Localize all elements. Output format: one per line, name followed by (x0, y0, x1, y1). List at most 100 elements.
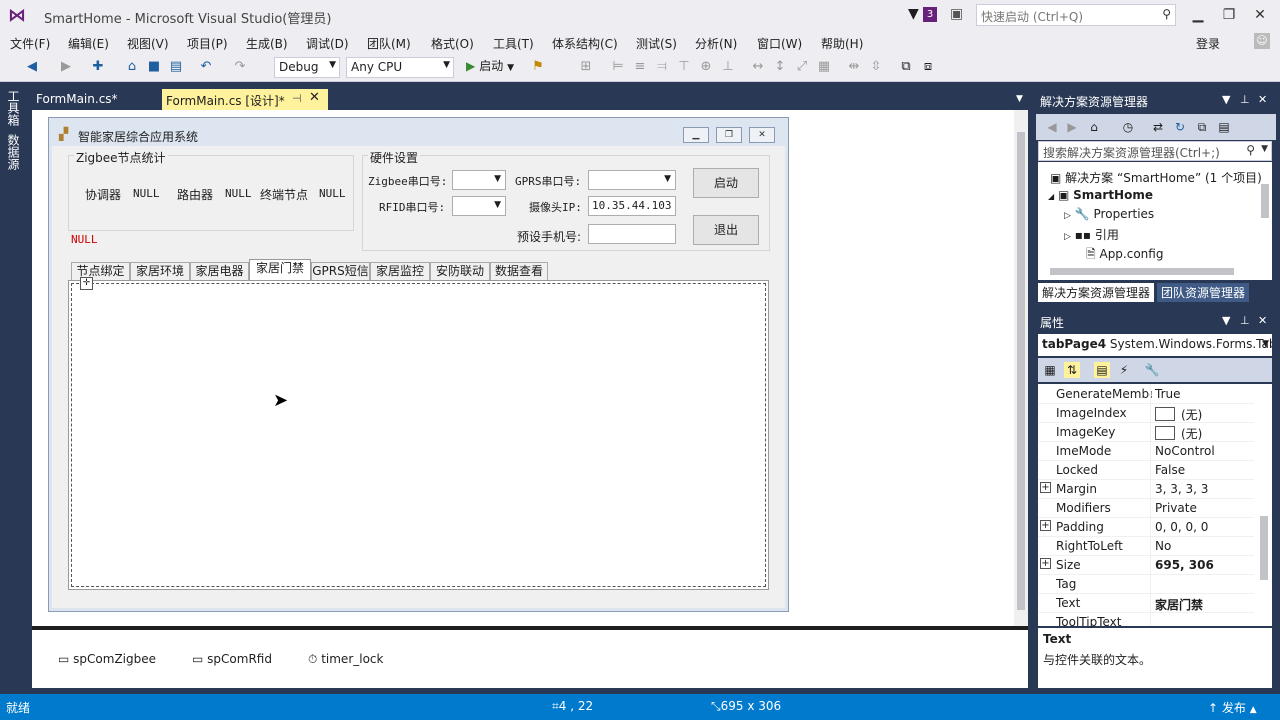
designer-scrollbar[interactable] (1014, 110, 1028, 626)
tab-home-environment[interactable]: 家居环境 (130, 262, 190, 281)
property-value[interactable]: (无) (1155, 406, 1202, 423)
menu-window[interactable]: 窗口(W) (757, 35, 802, 52)
align-middle-icon[interactable]: ⊕ (698, 59, 714, 75)
search-icon[interactable]: ⚲ (1162, 7, 1171, 21)
tree-item-app-config[interactable]: 🗎 App.config (1086, 245, 1163, 266)
tree-item-project[interactable]: ◢ ▣ SmartHome (1048, 188, 1153, 202)
forward-icon[interactable]: ▶ (58, 59, 74, 75)
move-handle-icon[interactable]: ✛ (80, 277, 93, 290)
properties-icon[interactable]: ▤ (1094, 362, 1110, 378)
tree-item-references[interactable]: ▷ ▪▪ 引用 (1064, 226, 1119, 243)
solution-vscrollbar[interactable] (1258, 166, 1272, 262)
tab-formmain-cs[interactable]: FormMain.cs* (30, 89, 158, 109)
property-pages-icon[interactable]: 🔧 (1144, 362, 1160, 378)
property-value[interactable]: NoControl (1155, 444, 1215, 458)
tray-item-spcomrfid[interactable]: ▭ spComRfid (192, 652, 272, 666)
property-row[interactable]: RightToLeft No (1038, 537, 1254, 556)
property-row[interactable]: GenerateMember True (1038, 385, 1254, 404)
vertical-spacing-icon[interactable]: ⇳ (868, 59, 884, 75)
tab-access-control[interactable]: 家居门禁 (249, 259, 311, 281)
zigbee-port-select[interactable]: ▼ (452, 170, 506, 190)
menu-view[interactable]: 视图(V) (127, 35, 169, 52)
start-debug-button[interactable]: ▶ 启动 ▼ (466, 57, 514, 74)
property-value[interactable]: No (1155, 539, 1171, 553)
show-all-files-icon[interactable]: ▤ (1216, 119, 1232, 135)
tab-data-view[interactable]: 数据查看 (490, 262, 548, 281)
scrollbar-thumb[interactable] (1260, 516, 1268, 580)
properties-object-select[interactable]: tabPage4 System.Windows.Forms.TabPage ▼ (1038, 334, 1272, 356)
property-row[interactable]: Tag (1038, 575, 1254, 594)
property-value[interactable]: 0, 0, 0, 0 (1155, 520, 1208, 534)
solution-hscrollbar[interactable] (1040, 264, 1254, 278)
align-grid-icon[interactable]: ⊞ (578, 59, 594, 75)
phone-input[interactable] (588, 224, 676, 244)
notification-flag-icon[interactable]: ▼ (908, 6, 919, 22)
tray-item-timer-lock[interactable]: ⏱ timer_lock (308, 652, 383, 667)
close-icon[interactable]: ✕ (309, 90, 320, 105)
publish-button[interactable]: ↑ 发布 ▲ (1208, 699, 1257, 716)
property-grid-divider[interactable] (1150, 384, 1151, 626)
login-link[interactable]: 登录 (1196, 35, 1220, 52)
menu-file[interactable]: 文件(F) (10, 35, 50, 52)
config-select[interactable]: Debug ▼ (274, 57, 340, 78)
gprs-port-select[interactable]: ▼ (588, 170, 676, 190)
align-left-icon[interactable]: ⊨ (610, 59, 626, 75)
save-icon[interactable]: ■ (146, 59, 162, 75)
close-window-button[interactable]: ✕ (1248, 4, 1272, 26)
menu-tools[interactable]: 工具(T) (493, 35, 534, 52)
property-row[interactable]: Modifiers Private (1038, 499, 1254, 518)
tab-security-linkage[interactable]: 安防联动 (430, 262, 490, 281)
align-bottom-icon[interactable]: ⊥ (720, 59, 736, 75)
align-top-icon[interactable]: ⊤ (676, 59, 692, 75)
datasource-tab[interactable]: 数据源 (6, 134, 22, 170)
forward-icon[interactable]: ▶ (1064, 119, 1080, 135)
expand-icon[interactable]: + (1040, 482, 1051, 493)
property-row[interactable]: ImageIndex (无) (1038, 404, 1254, 423)
toolbox-tab[interactable]: 工具箱 (6, 90, 22, 126)
property-value[interactable]: False (1155, 463, 1185, 477)
menu-analyze[interactable]: 分析(N) (695, 35, 737, 52)
start-button[interactable]: 启动 (693, 168, 759, 198)
property-row[interactable]: + Size 695, 306 (1038, 556, 1254, 575)
notification-badge[interactable]: 3 (923, 7, 937, 22)
property-value[interactable]: Private (1155, 501, 1197, 515)
property-scrollbar[interactable] (1256, 384, 1272, 626)
tab-formmain-designer[interactable]: FormMain.cs [设计]* ⊣ ✕ (162, 89, 328, 111)
property-row[interactable]: Locked False (1038, 461, 1254, 480)
property-row[interactable]: Text 家居门禁 (1038, 594, 1254, 613)
property-row[interactable]: + Padding 0, 0, 0, 0 (1038, 518, 1254, 537)
menu-architecture[interactable]: 体系结构(C) (552, 35, 618, 52)
menu-help[interactable]: 帮助(H) (821, 35, 863, 52)
form-minimize-button[interactable]: ▁ (683, 127, 709, 143)
collapse-all-icon[interactable]: ⧉ (1194, 119, 1210, 135)
maximize-button[interactable]: ❐ (1217, 4, 1241, 26)
undo-icon[interactable]: ↶ (198, 59, 214, 75)
menu-format[interactable]: 格式(O) (431, 35, 474, 52)
alphabetical-icon[interactable]: ⇅ (1064, 362, 1080, 378)
menu-edit[interactable]: 编辑(E) (68, 35, 109, 52)
size-to-grid-icon[interactable]: ▦ (816, 59, 832, 75)
bring-to-front-icon[interactable]: ⧉ (898, 59, 914, 75)
chevron-down-icon[interactable]: ▼ (1261, 144, 1268, 154)
solution-search-input[interactable]: 搜索解决方案资源管理器(Ctrl+;) ⚲ ▼ (1038, 141, 1272, 161)
tab-gprs-sms[interactable]: GPRS短信 (311, 262, 370, 281)
menu-test[interactable]: 测试(S) (636, 35, 677, 52)
chevron-down-icon[interactable]: ▼ (1222, 93, 1230, 106)
pin-icon[interactable]: ⊣ (292, 92, 302, 105)
tree-item-solution[interactable]: ▣ 解决方案 “SmartHome” (1 个项目) (1050, 169, 1262, 186)
same-size-icon[interactable]: ⤢ (794, 59, 810, 75)
scrollbar-thumb[interactable] (1050, 268, 1234, 275)
close-icon[interactable]: ✕ (1258, 314, 1267, 327)
minimize-button[interactable]: ▁ (1186, 4, 1210, 26)
events-icon[interactable]: ⚡ (1116, 362, 1132, 378)
categorized-icon[interactable]: ▦ (1042, 362, 1058, 378)
menu-debug[interactable]: 调试(D) (306, 35, 349, 52)
quick-launch-input[interactable]: 快速启动 (Ctrl+Q) ⚲ (976, 4, 1176, 26)
expand-icon[interactable]: + (1040, 520, 1051, 531)
tray-item-spcomzigbee[interactable]: ▭ spComZigbee (58, 652, 156, 666)
property-row[interactable]: + Margin 3, 3, 3, 3 (1038, 480, 1254, 499)
same-height-icon[interactable]: ↕ (772, 59, 788, 75)
close-icon[interactable]: ✕ (1258, 93, 1267, 106)
account-icon[interactable]: ☺ (1254, 33, 1270, 49)
camera-ip-input[interactable]: 10.35.44.103 (588, 196, 676, 216)
